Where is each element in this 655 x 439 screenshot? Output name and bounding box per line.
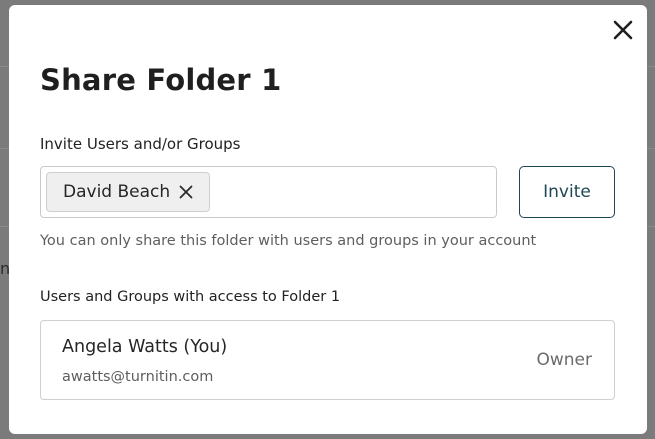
share-folder-dialog: Share Folder 1 Invite Users and/or Group… (9, 5, 647, 434)
remove-chip-button[interactable] (179, 185, 193, 199)
user-role: Owner (536, 350, 592, 370)
access-list-label: Users and Groups with access to Folder 1 (40, 289, 341, 305)
close-icon (179, 185, 193, 199)
selected-user-chip: David Beach (46, 172, 211, 212)
invite-helper-text: You can only share this folder with user… (40, 233, 537, 249)
access-list-item: Angela Watts (You) awatts@turnitin.com O… (40, 320, 615, 400)
chip-label: David Beach (63, 182, 171, 202)
invite-field-label: Invite Users and/or Groups (40, 135, 241, 153)
close-dialog-button[interactable] (609, 16, 637, 44)
dialog-title: Share Folder 1 (40, 63, 282, 97)
user-email: awatts@turnitin.com (62, 369, 214, 385)
user-name: Angela Watts (You) (62, 337, 228, 357)
close-icon (613, 20, 633, 40)
invite-button[interactable]: Invite (519, 166, 615, 218)
invite-users-input[interactable]: David Beach (40, 166, 497, 218)
